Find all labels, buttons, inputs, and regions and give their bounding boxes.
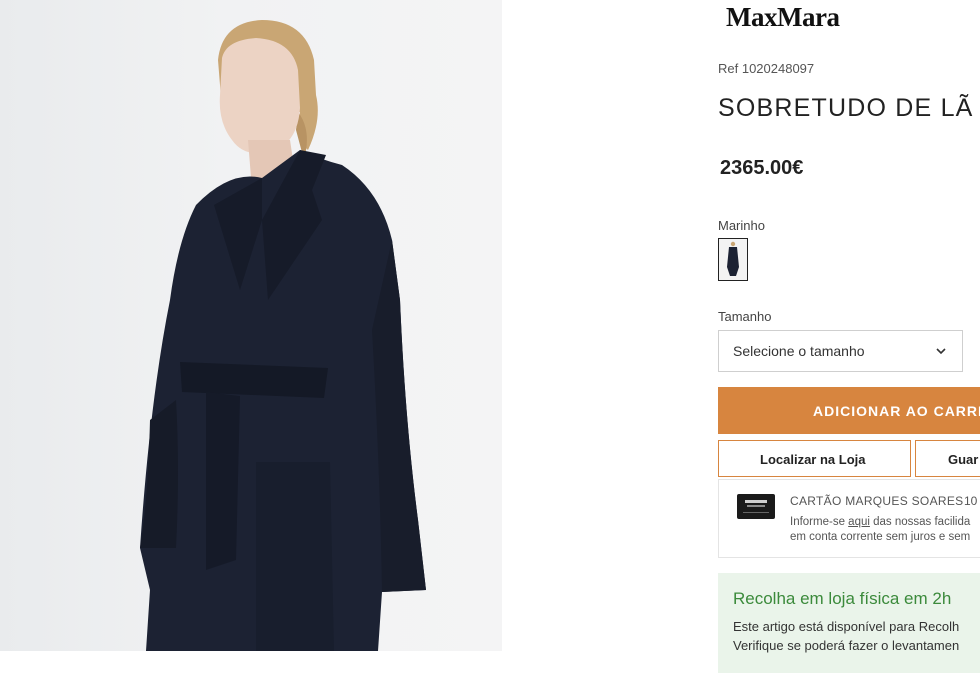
color-swatch-marinho[interactable] (718, 238, 748, 281)
brand-logo[interactable]: MaxMara (726, 2, 840, 33)
chevron-down-icon (936, 348, 946, 355)
pickup-text: Este artigo está disponível para Recolh … (733, 617, 959, 655)
product-ref: Ref 1020248097 (718, 61, 815, 76)
card-title: CARTÃO MARQUES SOARES (790, 494, 964, 508)
find-in-store-button[interactable]: Localizar na Loja (718, 440, 911, 477)
card-text-after-link: das nossas facilida (869, 516, 971, 528)
add-to-cart-button[interactable]: ADICIONAR AO CARRI (718, 387, 980, 434)
save-label: Guar (948, 452, 979, 467)
card-text-before-link: Informe-se (790, 516, 849, 528)
store-pickup-box: Recolha em loja física em 2h Este artigo… (718, 573, 980, 673)
size-select[interactable]: Selecione o tamanho (718, 330, 963, 372)
store-card-info: CARTÃO MARQUES SOARES 10 Informe-se aqui… (718, 479, 980, 558)
card-text-line2: em conta corrente sem juros e sem (790, 531, 971, 543)
card-count: 10 (964, 494, 978, 508)
pickup-title: Recolha em loja física em 2h (733, 589, 952, 608)
find-in-store-label: Localizar na Loja (760, 452, 866, 467)
product-price: 2365.00€ (720, 157, 804, 179)
save-button[interactable]: Guar (915, 440, 980, 477)
coat-thumbnail-icon (727, 241, 739, 276)
card-info-link[interactable]: aqui (848, 516, 870, 528)
product-image[interactable] (0, 0, 502, 651)
size-label: Tamanho (718, 309, 772, 324)
model-illustration (140, 20, 426, 651)
pickup-line1: Este artigo está disponível para Recolh (733, 619, 960, 634)
size-select-placeholder: Selecione o tamanho (733, 343, 865, 359)
color-label: Marinho (718, 218, 765, 233)
store-card-icon (737, 494, 775, 519)
product-title: SOBRETUDO DE LÃ (718, 94, 974, 122)
card-description: Informe-se aqui das nossas facilida em c… (790, 515, 970, 545)
